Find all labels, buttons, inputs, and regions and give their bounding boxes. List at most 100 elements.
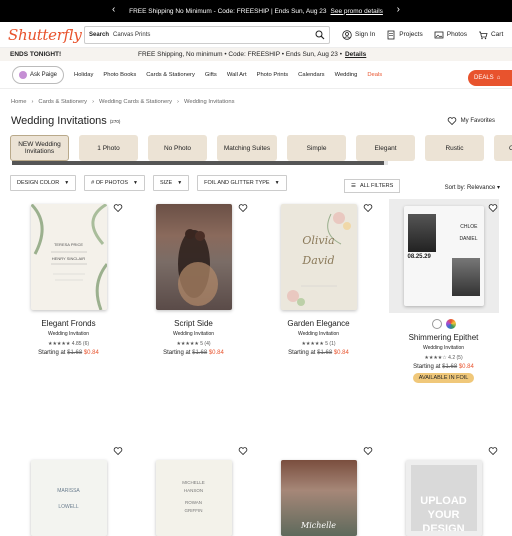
search-input[interactable]: Canvas Prints xyxy=(113,32,315,38)
offer-details-link[interactable]: Details xyxy=(345,51,366,58)
heart-icon[interactable] xyxy=(488,446,498,456)
nav-item-cards[interactable]: Cards & Stationery xyxy=(146,72,195,78)
product-image[interactable]: TERESA PRICE HENRY SINCLAIR xyxy=(30,204,107,310)
chip-classic[interactable]: Classic xyxy=(494,135,512,161)
sale-price: $0.84 xyxy=(83,350,99,356)
promo-details-link[interactable]: See promo details xyxy=(331,8,383,15)
nav-item-holiday[interactable]: Holiday xyxy=(74,72,93,78)
sort-label: Sort by: xyxy=(444,185,466,191)
photos-link[interactable]: Photos xyxy=(434,30,467,40)
card-name-3: ROWAN xyxy=(184,500,203,505)
chip-no-photo[interactable]: No Photo xyxy=(148,135,207,161)
heart-icon[interactable] xyxy=(488,203,498,213)
page-title: Wedding Invitations xyxy=(11,115,107,127)
product-image[interactable]: MARISSA LOWELL xyxy=(30,460,107,536)
price: Starting at $1.68 $0.84 xyxy=(381,364,506,370)
nav-item-wedding[interactable]: Wedding xyxy=(335,72,358,78)
product-image[interactable]: MICHELLE HANSON ROWAN GRIFFIN xyxy=(155,460,232,536)
my-favorites-link[interactable]: My Favorites xyxy=(447,116,495,126)
heart-icon[interactable] xyxy=(363,203,373,213)
product-name[interactable]: Elegant Fronds xyxy=(6,319,131,328)
heart-icon[interactable] xyxy=(238,446,248,456)
scrollbar-thumb[interactable] xyxy=(12,161,384,165)
product-card[interactable]: MARISSA LOWELL xyxy=(6,446,131,536)
product-card[interactable]: 08.25.29 CHLOE DANIEL Shimmering Epithet… xyxy=(381,199,506,383)
card-name-2: LOWELL xyxy=(58,504,79,510)
all-filters-button[interactable]: ☰ ALL FILTERS xyxy=(344,179,401,193)
product-image[interactable]: UPLOAD YOUR DESIGN xyxy=(405,460,482,536)
card-name-1: MARISSA xyxy=(57,488,80,494)
nav-item-wall-art[interactable]: Wall Art xyxy=(227,72,247,78)
breadcrumb-cards[interactable]: Cards & Stationery xyxy=(38,99,87,105)
heart-icon[interactable] xyxy=(238,203,248,213)
chip-new-wedding-invitations[interactable]: NEW Wedding Invitations xyxy=(10,135,69,161)
price: Starting at $1.68 $0.84 xyxy=(131,350,256,356)
result-count: (270) xyxy=(109,118,121,124)
nav-item-calendars[interactable]: Calendars xyxy=(298,72,324,78)
deals-button-label: DEALS xyxy=(474,75,494,81)
nav-item-photo-prints[interactable]: Photo Prints xyxy=(257,72,289,78)
swatch-multicolor[interactable] xyxy=(445,319,456,329)
deals-button[interactable]: DEALS ⌂ xyxy=(468,70,512,86)
heart-icon[interactable] xyxy=(113,446,123,456)
chip-elegant[interactable]: Elegant xyxy=(356,135,415,161)
breadcrumb-current: Wedding Invitations xyxy=(183,99,235,105)
chevron-left-icon[interactable]: ‹ xyxy=(112,4,115,15)
heart-icon[interactable] xyxy=(363,446,373,456)
projects-link[interactable]: Projects xyxy=(386,30,423,40)
chip-simple[interactable]: Simple xyxy=(287,135,346,161)
filter-photos[interactable]: # OF PHOTOS ▼ xyxy=(84,175,145,191)
chips-scrollbar[interactable] xyxy=(12,161,388,165)
filter-label: DESIGN COLOR xyxy=(17,180,60,186)
price-prefix: Starting at xyxy=(288,350,316,356)
product-name[interactable]: Script Side xyxy=(131,319,256,328)
product-card[interactable]: MICHELLE HANSON ROWAN GRIFFIN xyxy=(131,446,256,536)
promo-text: FREE Shipping No Minimum - Code: FREESHI… xyxy=(129,7,327,15)
product-card[interactable]: TERESA PRICE HENRY SINCLAIR Elegant Fron… xyxy=(6,203,131,383)
product-card[interactable]: Olivia David Garden Elegance Wedding Inv… xyxy=(256,203,381,383)
breadcrumb-wedding-cards[interactable]: Wedding Cards & Stationery xyxy=(99,99,172,105)
product-image[interactable] xyxy=(155,204,232,310)
chevron-right-icon[interactable]: › xyxy=(397,4,400,15)
filter-size[interactable]: SIZE ▼ xyxy=(152,175,190,191)
swatch-white[interactable] xyxy=(431,319,442,329)
heart-icon[interactable] xyxy=(113,203,123,213)
stars-icon: ★★★★★ xyxy=(47,341,71,347)
heart-icon xyxy=(447,117,456,126)
sign-in-link[interactable]: Sign In xyxy=(342,29,375,40)
ask-paige-button[interactable]: Ask Paige xyxy=(12,65,65,84)
product-card[interactable]: Script Side Wedding Invitation ★★★★★ 5 (… xyxy=(131,203,256,383)
breadcrumb-home[interactable]: Home xyxy=(11,99,26,105)
product-name[interactable]: Shimmering Epithet xyxy=(381,333,506,342)
breadcrumb: Home › Cards & Stationery › Wedding Cards … xyxy=(0,89,512,105)
nav-item-photo-books[interactable]: Photo Books xyxy=(103,72,136,78)
cart-link[interactable]: Cart xyxy=(478,30,503,40)
logo[interactable]: Shutterfly xyxy=(8,26,84,44)
filter-design-color[interactable]: DESIGN COLOR ▼ xyxy=(10,175,77,191)
stars-icon: ★★★★☆ xyxy=(424,355,447,361)
search-bar[interactable]: Search Canvas Prints xyxy=(84,25,330,44)
sort-dropdown[interactable]: Sort by: Relevance ▾ xyxy=(445,184,500,191)
chip-matching-suites[interactable]: Matching Suites xyxy=(217,135,277,161)
product-grid: TERESA PRICE HENRY SINCLAIR Elegant Fron… xyxy=(0,191,512,383)
upload-text-2: YOUR xyxy=(427,509,460,521)
product-image[interactable]: Michelle xyxy=(280,460,357,536)
nav-item-deals[interactable]: Deals xyxy=(367,72,382,78)
chip-rustic[interactable]: Rustic xyxy=(425,135,484,161)
caret-down-icon: ▾ xyxy=(496,185,500,191)
my-favorites-label: My Favorites xyxy=(460,118,495,124)
user-icon xyxy=(342,29,352,40)
search-icon[interactable] xyxy=(315,30,325,40)
product-card[interactable]: Michelle xyxy=(256,446,381,536)
sale-price: $0.84 xyxy=(458,364,474,370)
nav-item-gifts[interactable]: Gifts xyxy=(205,72,217,78)
filter-foil[interactable]: FOIL AND GLITTER TYPE ▼ xyxy=(197,175,287,191)
product-image[interactable]: Olivia David xyxy=(280,204,357,310)
chip-1-photo[interactable]: 1 Photo xyxy=(79,135,138,161)
product-card[interactable]: UPLOAD YOUR DESIGN xyxy=(381,446,506,536)
paige-icon xyxy=(19,70,27,79)
product-name[interactable]: Garden Elegance xyxy=(256,319,381,328)
all-filters-label: ALL FILTERS xyxy=(359,183,394,189)
breadcrumb-separator: › xyxy=(92,99,94,105)
product-image[interactable]: 08.25.29 CHLOE DANIEL xyxy=(403,206,484,306)
